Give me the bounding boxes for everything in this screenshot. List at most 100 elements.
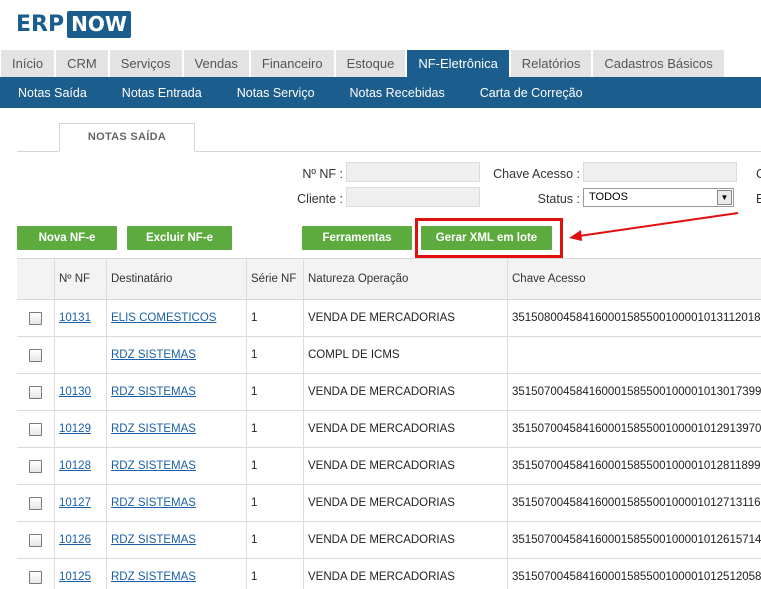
chave-cell: 3515070045841600015855001000010130173997… — [507, 374, 761, 410]
cliente-label: Cliente : — [297, 192, 343, 206]
serie-cell: 1 — [246, 485, 303, 521]
row-checkbox[interactable] — [29, 385, 42, 399]
main-tabs: Início CRM Serviços Vendas Financeiro Es… — [1, 50, 726, 77]
annotation-arrow-icon — [569, 212, 739, 241]
row-checkbox[interactable] — [29, 422, 42, 436]
row-checkbox[interactable] — [29, 496, 42, 510]
destinatario-link[interactable]: ELIS COMESTICOS — [111, 312, 216, 324]
dest-cell: RDZ SISTEMAS — [106, 448, 246, 484]
destinatario-link[interactable]: RDZ SISTEMAS — [111, 497, 196, 509]
chave-cell: 3515070045841600015855001000010127131165… — [507, 485, 761, 521]
subnav-notas-saida[interactable]: Notas Saída — [18, 86, 87, 100]
destinatario-link[interactable]: RDZ SISTEMAS — [111, 386, 196, 398]
table-row: 10125 RDZ SISTEMAS 1 VENDA DE MERCADORIA… — [17, 559, 761, 589]
cliente-input[interactable] — [346, 187, 480, 207]
row-select-cell — [17, 448, 54, 484]
natureza-cell: VENDA DE MERCADORIAS — [303, 300, 507, 336]
table-row: 10126 RDZ SISTEMAS 1 VENDA DE MERCADORIA… — [17, 522, 761, 559]
excluir-nfe-button[interactable]: Excluir NF-e — [127, 226, 232, 250]
nf-cell: 10129 — [54, 411, 106, 447]
row-checkbox[interactable] — [29, 570, 42, 584]
dest-cell: RDZ SISTEMAS — [106, 485, 246, 521]
row-checkbox[interactable] — [29, 311, 42, 325]
nf-link[interactable]: 10131 — [59, 312, 91, 324]
natureza-cell: VENDA DE MERCADORIAS — [303, 485, 507, 521]
header-chave[interactable]: Chave Acesso — [507, 259, 761, 299]
natureza-cell: VENDA DE MERCADORIAS — [303, 559, 507, 589]
ferramentas-button[interactable]: Ferramentas — [302, 226, 412, 250]
status-selected-value: TODOS — [589, 191, 628, 203]
annotation-highlight-box — [415, 218, 563, 258]
tab-relatorios[interactable]: Relatórios — [510, 50, 592, 77]
extra-filter-label-2: E — [756, 192, 761, 206]
dest-cell: RDZ SISTEMAS — [106, 559, 246, 589]
chave-acesso-input[interactable] — [583, 162, 737, 182]
table-row: 10130 RDZ SISTEMAS 1 VENDA DE MERCADORIA… — [17, 374, 761, 411]
destinatario-link[interactable]: RDZ SISTEMAS — [111, 571, 196, 583]
nf-cell: 10127 — [54, 485, 106, 521]
subnav-notas-recebidas[interactable]: Notas Recebidas — [350, 86, 445, 100]
destinatario-link[interactable]: RDZ SISTEMAS — [111, 423, 196, 435]
nf-cell: 10125 — [54, 559, 106, 589]
dest-cell: RDZ SISTEMAS — [106, 374, 246, 410]
tab-estoque[interactable]: Estoque — [335, 50, 406, 77]
serie-cell: 1 — [246, 411, 303, 447]
header-nf[interactable]: Nº NF — [54, 259, 106, 299]
nf-link[interactable]: 10128 — [59, 460, 91, 472]
tab-servicos[interactable]: Serviços — [109, 50, 182, 77]
nf-cell: 10131 — [54, 300, 106, 336]
serie-cell: 1 — [246, 559, 303, 589]
row-select-cell — [17, 411, 54, 447]
row-select-cell — [17, 559, 54, 589]
nf-cell — [54, 337, 106, 373]
tab-nf-eletronica[interactable]: NF-Eletrônica — [407, 50, 509, 77]
row-select-cell — [17, 485, 54, 521]
tab-vendas[interactable]: Vendas — [183, 50, 249, 77]
chave-cell: 3515070045841600015855001000010125120582… — [507, 559, 761, 589]
nf-cell: 10130 — [54, 374, 106, 410]
notas-table: Nº NF Destinatário Série NF Natureza Ope… — [17, 258, 761, 589]
header-destinatario[interactable]: Destinatário — [106, 259, 246, 299]
nf-input[interactable] — [346, 162, 480, 182]
tab-crm[interactable]: CRM — [56, 50, 108, 77]
header-natureza[interactable]: Natureza Operação — [303, 259, 507, 299]
row-checkbox[interactable] — [29, 459, 42, 473]
serie-cell: 1 — [246, 374, 303, 410]
tab-cadastros-basicos[interactable]: Cadastros Básicos — [593, 50, 724, 77]
chave-cell: 3515070045841600015855001000010129139704… — [507, 411, 761, 447]
nf-link[interactable]: 10129 — [59, 423, 91, 435]
row-select-cell — [17, 522, 54, 558]
row-select-cell — [17, 300, 54, 336]
serie-cell: 1 — [246, 522, 303, 558]
row-select-cell — [17, 374, 54, 410]
serie-cell: 1 — [246, 300, 303, 336]
destinatario-link[interactable]: RDZ SISTEMAS — [111, 460, 196, 472]
nf-cell: 10126 — [54, 522, 106, 558]
row-checkbox[interactable] — [29, 348, 42, 362]
header-serie[interactable]: Série NF — [246, 259, 303, 299]
status-label: Status : — [537, 192, 580, 206]
destinatario-link[interactable]: RDZ SISTEMAS — [111, 349, 196, 361]
nf-link[interactable]: 10127 — [59, 497, 91, 509]
serie-cell: 1 — [246, 337, 303, 373]
natureza-cell: VENDA DE MERCADORIAS — [303, 522, 507, 558]
subnav-carta-correcao[interactable]: Carta de Correção — [480, 86, 583, 100]
table-row: 10127 RDZ SISTEMAS 1 VENDA DE MERCADORIA… — [17, 485, 761, 522]
nf-link[interactable]: 10130 — [59, 386, 91, 398]
page-tab-notas-saida[interactable]: NOTAS SAÍDA — [59, 123, 195, 152]
nf-link[interactable]: 10125 — [59, 571, 91, 583]
nf-link[interactable]: 10126 — [59, 534, 91, 546]
table-row: 10128 RDZ SISTEMAS 1 VENDA DE MERCADORIA… — [17, 448, 761, 485]
logo-erp-text: ERP — [16, 11, 65, 37]
destinatario-link[interactable]: RDZ SISTEMAS — [111, 534, 196, 546]
tab-financeiro[interactable]: Financeiro — [250, 50, 334, 77]
row-checkbox[interactable] — [29, 533, 42, 547]
nf-label: Nº NF : — [302, 167, 343, 181]
tab-inicio[interactable]: Início — [1, 50, 55, 77]
chevron-down-icon[interactable]: ▼ — [717, 190, 732, 205]
nova-nfe-button[interactable]: Nova NF-e — [17, 226, 117, 250]
subnav-notas-servico[interactable]: Notas Serviço — [237, 86, 315, 100]
chave-cell: 3515070045841600015855001000010126157148… — [507, 522, 761, 558]
dest-cell: RDZ SISTEMAS — [106, 522, 246, 558]
subnav-notas-entrada[interactable]: Notas Entrada — [122, 86, 202, 100]
